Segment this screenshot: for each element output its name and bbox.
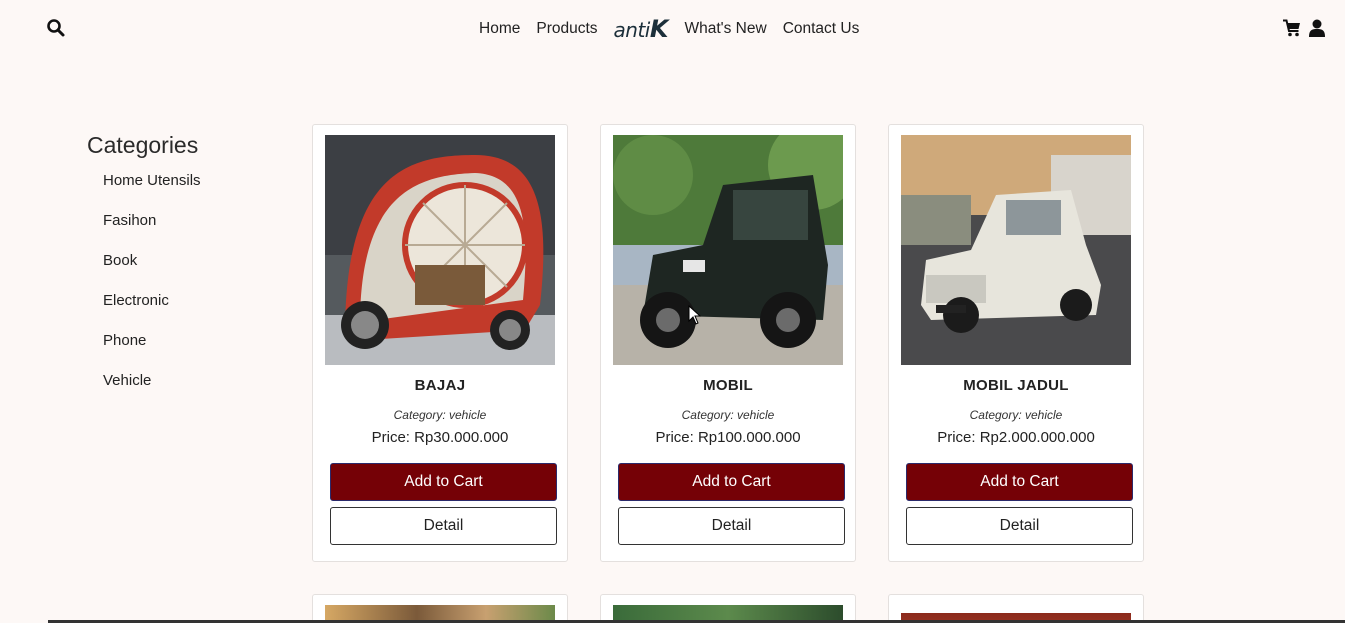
mouse-cursor-icon bbox=[688, 305, 702, 325]
category-item-phone[interactable]: Phone bbox=[103, 331, 287, 371]
categories-sidebar: Categories Home Utensils Fasihon Book El… bbox=[87, 132, 287, 411]
product-image-mobil-jadul[interactable] bbox=[901, 135, 1131, 365]
product-card-partial bbox=[600, 594, 856, 623]
category-item-home-utensils[interactable]: Home Utensils bbox=[103, 171, 287, 211]
product-price: Price: Rp30.000.000 bbox=[371, 429, 509, 446]
add-to-cart-button[interactable]: Add to Cart bbox=[618, 463, 845, 501]
product-price: Price: Rp100.000.000 bbox=[655, 429, 801, 446]
product-card-partial bbox=[312, 594, 568, 623]
product-name: MOBIL bbox=[703, 377, 753, 394]
detail-button[interactable]: Detail bbox=[330, 507, 557, 545]
nav-home-link[interactable]: Home bbox=[479, 20, 520, 38]
product-name: BAJAJ bbox=[414, 377, 466, 394]
category-item-vehicle[interactable]: Vehicle bbox=[103, 371, 287, 411]
product-category: Category: vehicle bbox=[681, 408, 775, 422]
cart-icon[interactable] bbox=[1283, 19, 1301, 37]
product-card-mobil: MOBIL Category: vehicle Price: Rp100.000… bbox=[600, 124, 856, 562]
top-navbar: Home Products anti K What's New Contact U… bbox=[0, 0, 1345, 56]
nav-contact-link[interactable]: Contact Us bbox=[783, 20, 860, 38]
nav-products-link[interactable]: Products bbox=[536, 20, 597, 38]
logo-text-small: anti bbox=[613, 18, 651, 42]
brand-logo[interactable]: anti K bbox=[614, 15, 669, 43]
category-item-fashion[interactable]: Fasihon bbox=[103, 211, 287, 251]
product-category: Category: vehicle bbox=[969, 408, 1063, 422]
product-category: Category: vehicle bbox=[393, 408, 487, 422]
logo-text-big: K bbox=[649, 15, 669, 43]
user-icon[interactable] bbox=[1309, 19, 1325, 37]
product-price: Price: Rp2.000.000.000 bbox=[937, 429, 1095, 446]
search-icon[interactable] bbox=[46, 18, 66, 38]
product-card-partial bbox=[888, 594, 1144, 623]
product-image-bajaj[interactable] bbox=[325, 135, 555, 365]
product-image-mobil[interactable] bbox=[613, 135, 843, 365]
product-card-mobil-jadul: MOBIL JADUL Category: vehicle Price: Rp2… bbox=[888, 124, 1144, 562]
add-to-cart-button[interactable]: Add to Cart bbox=[330, 463, 557, 501]
detail-button[interactable]: Detail bbox=[618, 507, 845, 545]
product-name: MOBIL JADUL bbox=[963, 377, 1069, 394]
product-card-bajaj: BAJAJ Category: vehicle Price: Rp30.000.… bbox=[312, 124, 568, 562]
categories-title: Categories bbox=[87, 132, 199, 158]
category-item-book[interactable]: Book bbox=[103, 251, 287, 291]
detail-button[interactable]: Detail bbox=[906, 507, 1133, 545]
main-nav: Home Products anti K What's New Contact U… bbox=[479, 15, 875, 43]
nav-whats-new-link[interactable]: What's New bbox=[684, 20, 766, 38]
category-item-electronic[interactable]: Electronic bbox=[103, 291, 287, 331]
add-to-cart-button[interactable]: Add to Cart bbox=[906, 463, 1133, 501]
